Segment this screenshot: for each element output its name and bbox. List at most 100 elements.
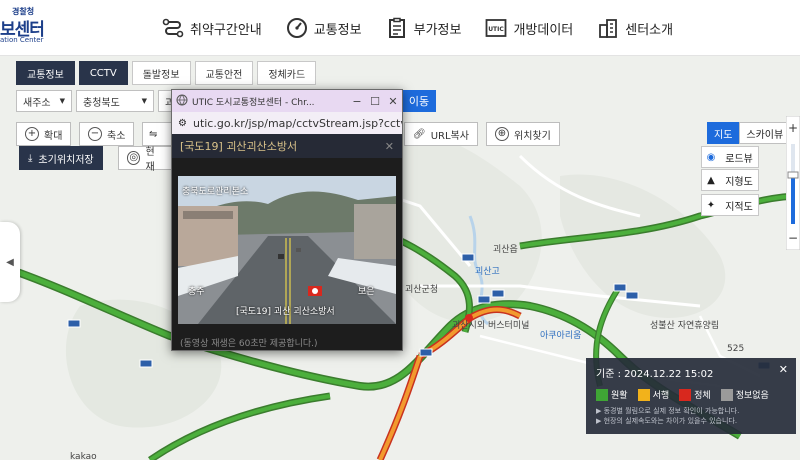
popup-url-bar[interactable]: ⚙︎ utic.go.kr/jsp/map/cctvStream.jsp?cct… [172, 112, 402, 134]
legend-timestamp: 기준 : 2024.12.22 15:02 [596, 369, 714, 380]
zoom-slider[interactable]: + − [786, 116, 800, 250]
address-type-select[interactable]: 새주소 ▼ [16, 90, 72, 112]
nav-label: 개방데이터 [513, 22, 574, 38]
video-overlay-bottom: [국도19] 괴산 괴산소방서 [236, 307, 335, 317]
link-icon: 🔗︎ [413, 128, 426, 140]
traffic-legend: 기준 : 2024.12.22 15:02 ✕ 원활 서행 정체 정보없음 ▶ … [586, 358, 796, 434]
tab-incident[interactable]: 돌발정보 [131, 61, 191, 85]
nav-vulnerable-sections[interactable]: 취약구간안내 [160, 15, 262, 41]
map-label-goesan-eup: 괴산읍 [493, 245, 518, 255]
cctv-video[interactable]: 충북도로관리본소 충주 보은 [국도19] 괴산 괴산소방서 [178, 176, 396, 324]
button-label: 확대 [44, 130, 63, 142]
minus-icon: − [88, 127, 102, 141]
nav-traffic-info[interactable]: 교통정보 [284, 15, 362, 41]
toggle-label: 지형도 [725, 176, 753, 188]
map-label-county-office: 괴산군청 [405, 285, 439, 295]
find-location-button[interactable]: ⊕ 위치찾기 [486, 122, 560, 146]
nav-label: 취약구간안내 [190, 22, 262, 38]
logo-line3: ation Center [0, 36, 44, 44]
terrain-toggle[interactable]: ▲ 지형도 [701, 169, 759, 191]
roadview-toggle[interactable]: ◉ 로드뷰 [701, 146, 759, 168]
target-icon: ◎ [127, 151, 141, 165]
building-icon [595, 15, 621, 41]
legend-label: 서행 [652, 391, 670, 401]
gauge-icon [284, 15, 310, 41]
map-label-school: 괴산고 [475, 267, 500, 277]
tab-congestion-card[interactable]: 정체카드 [257, 61, 317, 85]
video-overlay-right: 보은 [358, 287, 375, 297]
map-type-switch: 지도 스카이뷰 [707, 122, 791, 144]
select-value: 새주소 [23, 97, 51, 109]
legend-label: 정체 [694, 391, 711, 401]
legend-item-smooth: 원활 [596, 388, 628, 401]
sliders-icon: ⇋ [149, 128, 158, 140]
globe-icon [176, 94, 188, 109]
legend-swatch [637, 388, 650, 401]
legend-note: ▶ 동경별 월림으로 실제 정보 확인이 가능합니다. [596, 407, 740, 415]
chevron-left-icon: ◀ [6, 256, 14, 268]
map-type-skyview[interactable]: 스카이뷰 [739, 122, 791, 144]
popup-titlebar[interactable]: UTIC 도시교통정보센터 - Chr... − ☐ ✕ [172, 90, 402, 112]
nav-center-intro[interactable]: 센터소개 [595, 15, 673, 41]
popup-url: utic.go.kr/jsp/map/cctvStream.jsp?cctvid… [192, 116, 402, 130]
utic-icon: UTIC [483, 15, 509, 41]
close-icon[interactable]: ✕ [779, 363, 788, 376]
save-initial-position-button[interactable]: ⤓ 초기위치저장 [19, 146, 103, 170]
button-label: 초기위치저장 [38, 154, 94, 166]
nav-label: 센터소개 [625, 22, 674, 38]
cadastral-toggle[interactable]: ✦ 지적도 [701, 194, 759, 216]
tab-traffic-safety[interactable]: 교통안전 [194, 61, 254, 85]
url-copy-button[interactable]: 🔗︎ URL복사 [404, 122, 478, 146]
legend-swatch [679, 388, 692, 401]
current-location-button[interactable]: ◎ 현재 [118, 146, 172, 173]
select-value: 충청북도 [83, 97, 120, 109]
nav-label: 부가정보 [413, 22, 462, 38]
triangle-down-icon: ▼ [59, 97, 65, 105]
button-label: 위치찾기 [514, 130, 551, 142]
province-select[interactable]: 충청북도 ▼ [76, 90, 154, 112]
map-type-map[interactable]: 지도 [707, 122, 740, 144]
video-overlay-left: 충주 [188, 287, 205, 297]
download-icon: ⤓ [28, 152, 33, 164]
zoom-out-button[interactable]: − 축소 [79, 122, 135, 146]
minimize-icon[interactable]: − [348, 95, 366, 108]
maximize-icon[interactable]: ☐ [366, 95, 384, 108]
mountain-icon: ▲ [707, 174, 715, 186]
main-nav: 취약구간안내 교통정보 부가정보 UTIC 개방데이터 센터소개 [160, 0, 695, 56]
close-icon[interactable]: ✕ [385, 140, 394, 153]
svg-text:+: + [788, 121, 798, 135]
tab-cctv[interactable]: CCTV [78, 61, 128, 85]
legend-note: ▶ 현장의 실제속도와는 차이가 있을수 있습니다. [596, 417, 738, 425]
cctv-title: [국도19] 괴산괴산소방서 [180, 140, 298, 153]
nav-additional-info[interactable]: 부가정보 [384, 15, 462, 41]
nav-open-data[interactable]: UTIC 개방데이터 [483, 15, 573, 41]
legend-item-slow: 서행 [637, 388, 670, 401]
triangle-down-icon: ▼ [141, 97, 147, 105]
toggle-label: 지적도 [725, 201, 753, 213]
route-icon [160, 15, 186, 41]
plus-icon: + [25, 127, 39, 141]
region-filters: 새주소 ▼ 충청북도 ▼ 괴 [16, 90, 184, 112]
category-tabs: 교통정보 CCTV 돌발정보 교통안전 정체카드 [16, 61, 320, 85]
go-button[interactable]: 이동 [402, 90, 436, 112]
legend-label: 원활 [611, 391, 628, 401]
video-frame [178, 176, 396, 324]
cctv-popup-window[interactable]: UTIC 도시교통정보센터 - Chr... − ☐ ✕ ⚙︎ utic.go.… [171, 89, 403, 351]
map-label-route-525: 525 [727, 344, 745, 354]
site-info-icon[interactable]: ⚙︎ [178, 118, 187, 129]
legend-items: 원활 서행 정체 정보없음 [596, 388, 779, 401]
map-label-terminal: 괴산시외 버스터미널 [452, 321, 530, 331]
button-label: URL복사 [430, 130, 469, 142]
map-kakao-logo: kakao [70, 452, 97, 460]
legend-swatch [596, 388, 608, 401]
svg-text:UTIC: UTIC [489, 26, 505, 33]
site-logo[interactable]: 경찰청 보센터 ation Center [0, 6, 60, 50]
nav-label: 교통정보 [313, 22, 362, 38]
sidebar-collapse-button[interactable]: ◀ [0, 222, 20, 302]
clipboard-icon [384, 15, 410, 41]
svg-text:−: − [788, 231, 798, 245]
legend-item-no-info: 정보없음 [720, 388, 769, 401]
zoom-in-button[interactable]: + 확대 [16, 122, 72, 146]
tab-traffic-info[interactable]: 교통정보 [16, 61, 75, 85]
close-icon[interactable]: ✕ [384, 95, 402, 108]
